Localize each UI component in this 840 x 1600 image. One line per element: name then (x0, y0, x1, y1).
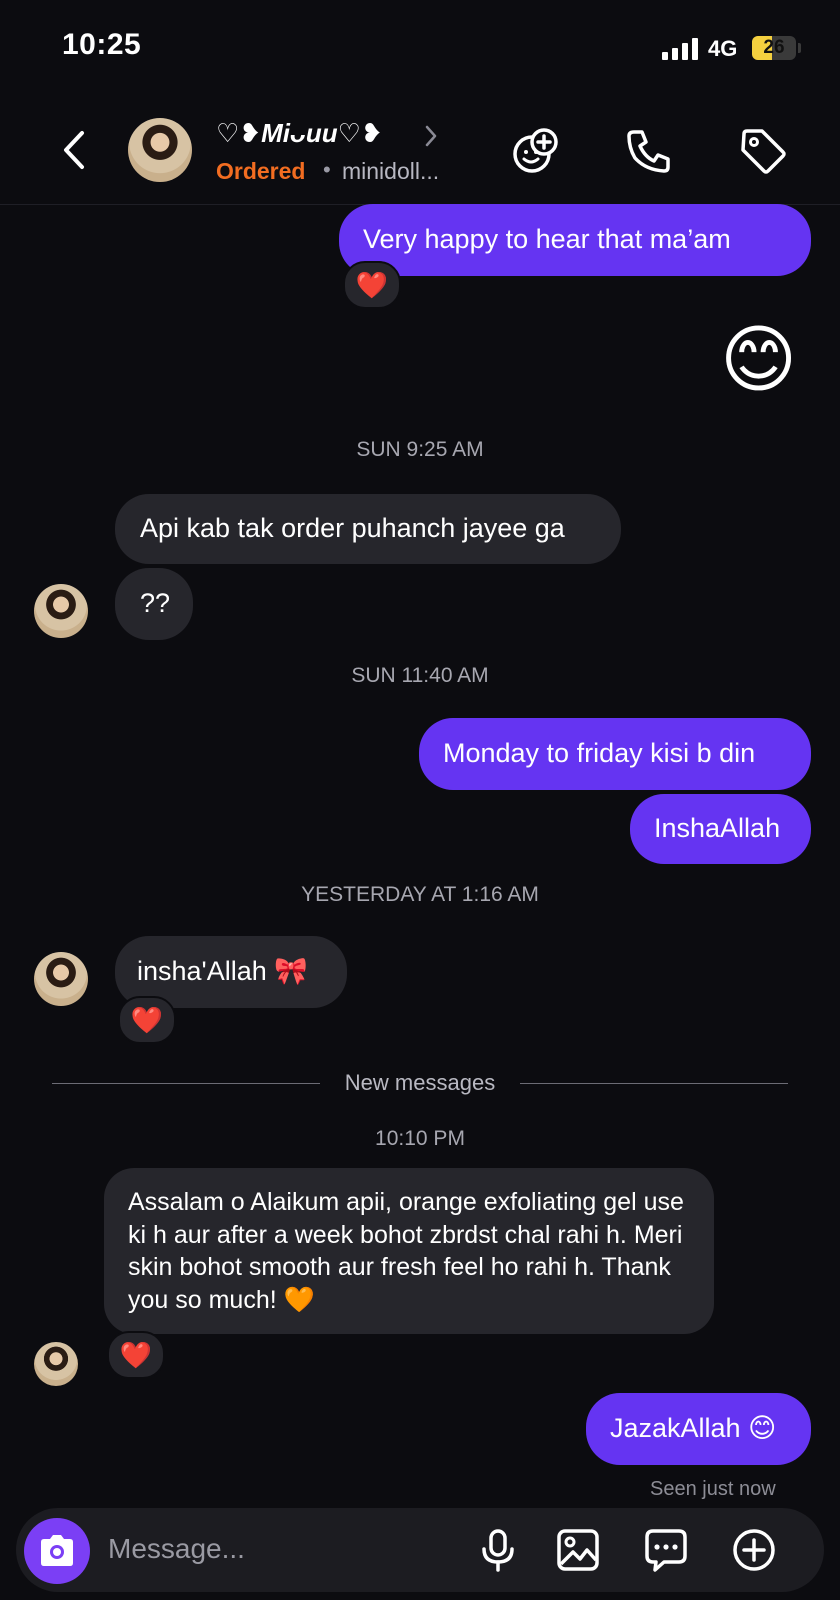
message-bubble-received[interactable]: Assalam o Alaikum apii, orange exfoliati… (104, 1168, 714, 1334)
order-status: Ordered (216, 158, 306, 184)
sender-avatar[interactable] (34, 584, 88, 638)
message-input[interactable]: Message... (108, 1533, 245, 1565)
reaction-heart[interactable]: ❤️ (343, 261, 401, 309)
signal-icon (662, 38, 700, 60)
chat-bubble-icon[interactable] (644, 1528, 688, 1572)
message-bubble-sent[interactable]: Very happy to hear that ma’am (339, 204, 811, 276)
timestamp: SUN 11:40 AM (351, 664, 489, 687)
contact-avatar[interactable] (128, 118, 192, 182)
message-bubble-received[interactable]: Api kab tak order puhanch jayee ga (115, 494, 621, 564)
seen-status: Seen just now (650, 1478, 776, 1500)
contact-name[interactable]: ♡❥Miᴗuu♡❥ (216, 118, 383, 149)
timestamp: YESTERDAY AT 1:16 AM (301, 883, 539, 906)
timestamp: SUN 9:25 AM (356, 438, 484, 461)
divider-right (520, 1083, 788, 1084)
battery-icon: 26 (752, 36, 796, 60)
message-bubble-received[interactable]: ?? (115, 568, 193, 640)
network-label: 4G (708, 36, 738, 61)
sender-avatar[interactable] (34, 1342, 78, 1386)
camera-button[interactable] (24, 1518, 90, 1584)
message-bubble-sent[interactable]: JazakAllah 😊 (586, 1393, 811, 1465)
status-time: 10:25 (62, 28, 142, 61)
message-bubble-sent[interactable]: InshaAllah (630, 794, 811, 864)
phone-icon[interactable] (624, 126, 674, 176)
battery-level: 26 (763, 37, 785, 58)
reaction-heart[interactable]: ❤️ (107, 1331, 165, 1379)
add-friend-icon[interactable] (510, 126, 560, 176)
separator: • (323, 157, 331, 182)
emoji-message[interactable]: 😊 (720, 318, 797, 402)
message-bubble-sent[interactable]: Monday to friday kisi b din (419, 718, 811, 790)
tag-icon[interactable] (738, 126, 788, 176)
back-icon[interactable] (58, 127, 94, 173)
microphone-icon[interactable] (476, 1528, 520, 1572)
image-icon[interactable] (556, 1528, 600, 1572)
plus-circle-icon[interactable] (732, 1528, 776, 1572)
camera-icon (41, 1535, 73, 1566)
chevron-right-icon[interactable] (424, 124, 438, 148)
sender-avatar[interactable] (34, 952, 88, 1006)
battery-nub (798, 43, 801, 53)
timestamp: 10:10 PM (375, 1127, 465, 1150)
shop-name: minidoll... (342, 158, 440, 184)
reaction-heart[interactable]: ❤️ (118, 996, 176, 1044)
